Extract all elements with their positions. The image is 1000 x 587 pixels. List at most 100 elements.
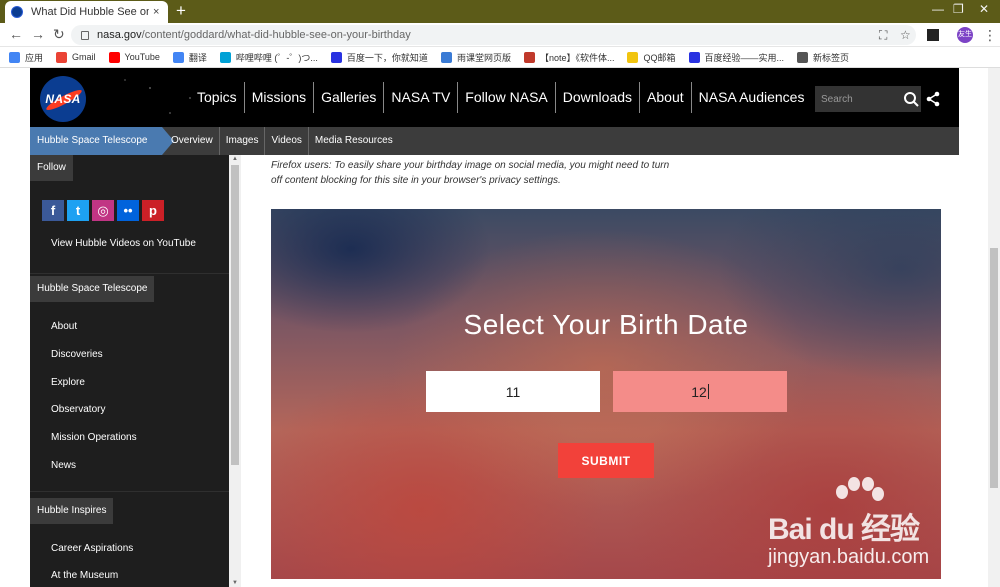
bookmark-item[interactable]: 雨课堂网页版 <box>440 51 511 64</box>
url-text: nasa.gov/content/goddard/what-did-hubble… <box>97 29 411 41</box>
firefox-note: Firefox users: To easily share your birt… <box>271 160 670 186</box>
bookmark-favicon-icon <box>108 51 120 63</box>
new-tab-button[interactable]: + <box>176 2 186 20</box>
bookmark-item[interactable]: Gmail <box>56 51 96 63</box>
page-scroll-thumb[interactable] <box>990 248 998 488</box>
bookmark-item[interactable]: 【note】《软件体... <box>523 51 614 64</box>
sidebar-link-at-the-museum[interactable]: At the Museum <box>51 570 118 581</box>
sidebar-scroll-thumb[interactable] <box>231 165 239 465</box>
bookmark-favicon-icon <box>172 51 184 63</box>
facebook-icon[interactable]: f <box>42 200 64 221</box>
sidebar-link-discoveries[interactable]: Discoveries <box>51 349 103 360</box>
sidebar-link-career-aspirations[interactable]: Career Aspirations <box>51 543 133 554</box>
share-icon[interactable] <box>926 91 940 107</box>
subnav-links: Overview Images Videos Media Resources <box>165 127 399 155</box>
nav-item-follow-nasa[interactable]: Follow NASA <box>457 82 554 113</box>
bookmark-label: Gmail <box>72 52 96 62</box>
nav-item-galleries[interactable]: Galleries <box>313 82 383 113</box>
text-caret <box>707 384 709 399</box>
flickr-icon[interactable]: •• <box>117 200 139 221</box>
sidebar-link-news[interactable]: News <box>51 460 76 471</box>
nasa-header: NASA Topics Missions Galleries NASA TV Follo… <box>30 68 959 127</box>
subnav-item-images[interactable]: Images <box>218 127 265 155</box>
profile-avatar[interactable]: 友生 <box>957 27 973 43</box>
browser-menu-icon[interactable]: ⋮ <box>983 27 997 44</box>
sidebar-heading-follow: Follow <box>30 155 73 181</box>
nav-item-missions[interactable]: Missions <box>243 82 313 113</box>
sidebar-link-about[interactable]: About <box>51 321 77 332</box>
sidebar-scrollbar[interactable]: ▲ ▼ <box>229 155 241 587</box>
bookmark-label: QQ邮箱 <box>643 52 676 63</box>
bookmark-favicon-icon <box>219 51 231 63</box>
subnav-item-media-resources[interactable]: Media Resources <box>307 127 399 155</box>
nav-item-topics[interactable]: Topics <box>190 82 244 113</box>
bookmark-favicon-icon <box>688 51 700 63</box>
sidebar-link-explore[interactable]: Explore <box>51 377 85 388</box>
bookmark-favicon-icon <box>523 51 535 63</box>
sidebar-link-mission-operations[interactable]: Mission Operations <box>51 432 137 443</box>
bookmark-star-icon[interactable]: ☆ <box>900 28 911 42</box>
forward-arrow-icon[interactable]: → <box>31 26 45 42</box>
bookmark-label: 百度经验——实用... <box>704 52 785 63</box>
bookmark-item[interactable]: YouTube <box>108 51 160 63</box>
day-field[interactable]: 12 <box>613 371 787 412</box>
restore-icon[interactable]: ❐ <box>953 2 964 16</box>
hubble-subnav: Hubble Space Telescope Overview Images Vid… <box>30 127 959 155</box>
tab-close-icon[interactable]: × <box>153 6 159 18</box>
nav-item-nasa-tv[interactable]: NASA TV <box>383 82 457 113</box>
bookmark-item[interactable]: 应用 <box>9 51 43 64</box>
bookmark-favicon-icon <box>56 51 68 63</box>
nasa-logo[interactable]: NASA <box>40 76 86 122</box>
submit-button[interactable]: SUBMIT <box>558 443 654 478</box>
bookmark-label: 雨课堂网页版 <box>456 52 511 63</box>
url-omnibox[interactable]: nasa.gov/content/goddard/what-did-hubble… <box>71 25 916 45</box>
month-field[interactable]: 11 <box>426 371 600 412</box>
subnav-hubble-space-telescope[interactable]: Hubble Space Telescope <box>30 127 162 155</box>
bookmark-favicon-icon <box>330 51 342 63</box>
bookmark-label: 应用 <box>25 52 44 63</box>
bookmark-favicon-icon <box>627 51 639 63</box>
bookmark-label: 哔哩哔哩 (゜-゜)つ... <box>235 52 318 63</box>
bookmark-item[interactable]: 哔哩哔哩 (゜-゜)つ... <box>219 51 318 64</box>
twitter-icon[interactable]: t <box>67 200 89 221</box>
scroll-down-icon[interactable]: ▼ <box>232 580 238 586</box>
address-bar-row: ← → ↻ nasa.gov/content/goddard/what-did-… <box>0 23 1000 47</box>
page-scrollbar[interactable] <box>988 68 1000 587</box>
sidebar-heading-inspires: Hubble Inspires <box>30 498 114 524</box>
bookmark-label: 百度一下，你就知道 <box>346 52 428 63</box>
bookmark-item[interactable]: 新标签页 <box>797 51 849 64</box>
window-close-icon[interactable]: ✕ <box>979 2 989 16</box>
subnav-item-overview[interactable]: Overview <box>165 127 219 155</box>
reload-icon[interactable]: ↻ <box>53 26 65 43</box>
sidebar-link-observatory[interactable]: Observatory <box>51 404 105 415</box>
back-arrow-icon[interactable]: ← <box>9 26 23 42</box>
bookmark-favicon-icon <box>440 51 452 63</box>
bookmark-item[interactable]: 翻译 <box>172 51 207 64</box>
instagram-icon[interactable]: ◎ <box>92 200 114 221</box>
pinterest-icon[interactable]: p <box>142 200 164 221</box>
translate-icon[interactable]: ⛶ <box>879 28 887 43</box>
sidebar-link-youtube[interactable]: View Hubble Videos on YouTube <box>51 238 196 249</box>
bookmark-item[interactable]: QQ邮箱 <box>627 51 676 64</box>
extension-icon[interactable] <box>927 29 939 41</box>
bookmark-label: 翻译 <box>188 52 207 63</box>
nav-item-about[interactable]: About <box>639 82 691 113</box>
tab-title: What Did Hubble See on You <box>31 6 149 18</box>
top-navigation: Topics Missions Galleries NASA TV Follow NAS… <box>190 82 811 113</box>
baidu-watermark: Bai du 经验 jingyan.baidu.com <box>768 476 948 576</box>
subnav-item-videos[interactable]: Videos <box>264 127 307 155</box>
bookmark-item[interactable]: 百度经验——实用... <box>688 51 785 64</box>
minimize-icon[interactable]: — <box>932 2 944 16</box>
sidebar-heading-hubble: Hubble Space Telescope <box>30 276 155 302</box>
nasa-favicon-icon <box>11 6 23 18</box>
nav-item-downloads[interactable]: Downloads <box>554 82 639 113</box>
scroll-up-icon[interactable]: ▲ <box>232 156 238 162</box>
browser-tab-strip: What Did Hubble See on You × + — ❐ ✕ <box>0 0 1000 23</box>
search-icon[interactable] <box>901 86 921 112</box>
bookmark-item[interactable]: 百度一下，你就知道 <box>330 51 428 64</box>
browser-tab-active[interactable]: What Did Hubble See on You × <box>5 1 168 23</box>
sidebar-divider <box>30 273 229 274</box>
bookmark-favicon-icon <box>797 51 809 63</box>
nav-item-nasa-audiences[interactable]: NASA Audiences <box>690 82 812 113</box>
watermark-brand: Bai du 经验 <box>768 513 920 546</box>
